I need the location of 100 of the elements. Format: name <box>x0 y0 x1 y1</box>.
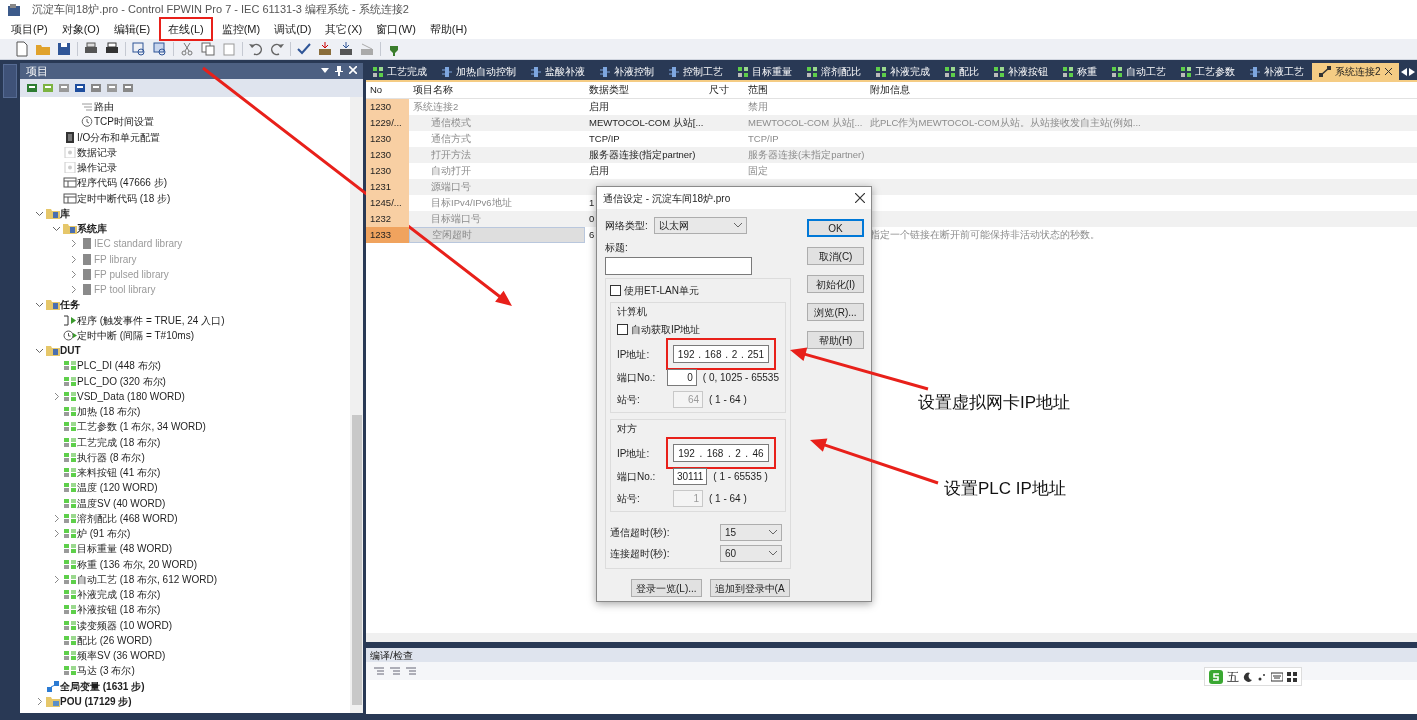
menu-item[interactable]: 在线(L) <box>161 22 211 35</box>
tree-item[interactable]: 任务 <box>60 297 80 313</box>
copy-icon[interactable] <box>200 41 216 57</box>
tree-node-icon[interactable] <box>26 82 38 94</box>
port-field[interactable]: 30111 <box>673 468 708 485</box>
ok-button[interactable]: OK <box>807 219 864 237</box>
tree-item[interactable]: 系统库 <box>77 221 107 237</box>
tab[interactable]: 配比 <box>938 63 986 80</box>
column-header[interactable]: 数据类型 <box>585 82 705 98</box>
menu-item[interactable]: 帮助(H) <box>422 20 475 38</box>
menu-item[interactable]: 其它(X) <box>318 20 370 38</box>
cut-icon[interactable] <box>179 41 195 57</box>
redo-icon[interactable] <box>269 41 285 57</box>
tree-item[interactable]: 炉 (91 布尔) <box>77 526 131 542</box>
tab[interactable]: 盐酸补液 <box>524 63 592 80</box>
dialog-button[interactable]: 浏览(R)... <box>807 303 864 321</box>
ip-address-field[interactable]: 192 . 168 . 2 . 251 <box>673 345 769 363</box>
tree-item[interactable]: 操作记录 <box>77 160 117 176</box>
menu-item[interactable]: 对象(O) <box>54 20 107 38</box>
tree-item[interactable]: 程序 (触发事件 = TRUE, 24 入口) <box>77 312 225 328</box>
tree-item[interactable]: 自动工艺 (18 布尔, 612 WORD) <box>77 571 218 587</box>
tree-item[interactable]: 温度SV (40 WORD) <box>77 495 166 511</box>
tree-node-icon[interactable] <box>58 82 70 94</box>
tree-item[interactable]: 工艺参数 (1 布尔, 34 WORD) <box>77 419 206 435</box>
tree-item[interactable]: PLC_DI (448 布尔) <box>77 358 161 374</box>
panel-tool-icon[interactable] <box>122 82 134 94</box>
tree-item[interactable]: 补液按钮 (18 布尔) <box>77 602 161 618</box>
menu-item[interactable]: 监控(M) <box>214 20 268 38</box>
pin-icon[interactable] <box>335 66 343 76</box>
tab[interactable]: 工艺参数 <box>1174 63 1242 80</box>
menu-item[interactable]: 项目(P) <box>4 20 55 38</box>
tree-item[interactable]: 目标重量 (48 WORD) <box>77 541 172 557</box>
close-icon[interactable] <box>855 193 865 203</box>
network-type-select[interactable]: 以太网 <box>653 217 747 234</box>
timeout-select[interactable]: 15 <box>720 524 782 541</box>
tree-item[interactable]: TCP时间设置 <box>94 114 154 130</box>
tree-item[interactable]: DUT <box>60 343 81 359</box>
tree-item[interactable]: 定时中断 (间隔 = T#10ms) <box>77 327 194 343</box>
menu-item[interactable]: 窗口(W) <box>369 20 423 38</box>
checkbox[interactable] <box>610 285 621 296</box>
tree-item[interactable]: 配比 (26 WORD) <box>77 632 152 648</box>
tree-item[interactable]: 读变频器 (10 WORD) <box>77 617 172 633</box>
tree-item[interactable]: 工艺完成 (18 布尔) <box>77 434 161 450</box>
menu-item[interactable]: 编辑(E) <box>106 20 158 38</box>
dialog-button[interactable]: 取消(C) <box>807 247 864 265</box>
tab[interactable]: 目标重量 <box>731 63 799 80</box>
tree-item[interactable]: 补液完成 (18 布尔) <box>77 587 161 603</box>
dialog-button[interactable]: 追加到登录中(A <box>709 579 790 597</box>
panel-tool-icon[interactable] <box>90 82 102 94</box>
tree-item[interactable]: 马达 (3 布尔) <box>77 663 135 679</box>
panel-tool-icon[interactable] <box>74 82 86 94</box>
save-icon[interactable] <box>56 41 72 57</box>
new-file-icon[interactable] <box>14 41 30 57</box>
dropdown-icon[interactable] <box>321 66 329 74</box>
tree-item[interactable]: 温度 (120 WORD) <box>77 480 158 496</box>
undo-icon[interactable] <box>248 41 264 57</box>
scroll-right-icon[interactable] <box>1409 67 1415 76</box>
tree-item[interactable]: 加热 (18 布尔) <box>77 404 141 420</box>
tab[interactable]: 补液完成 <box>869 63 937 80</box>
tab[interactable]: 称重 <box>1056 63 1104 80</box>
tree-item[interactable]: 频率SV (36 WORD) <box>77 648 166 664</box>
dialog-button[interactable]: 登录一览(L)... <box>631 579 702 597</box>
menu-item[interactable]: 调试(D) <box>267 20 319 38</box>
caption-field[interactable] <box>605 257 752 275</box>
tab[interactable]: 自动工艺 <box>1105 63 1173 80</box>
column-header[interactable]: No <box>366 82 409 98</box>
port-field[interactable]: 0 <box>666 369 697 386</box>
tree-item[interactable]: 定时中断代码 (18 步) <box>77 190 171 206</box>
tab[interactable]: 控制工艺 <box>662 63 730 80</box>
scroll-left-icon[interactable] <box>1401 67 1407 76</box>
scrollbar[interactable] <box>350 97 363 713</box>
tree-item[interactable]: I/O分布和单元配置 <box>77 129 161 145</box>
tab[interactable]: 补液工艺 <box>1243 63 1311 80</box>
tree-item[interactable]: 数据记录 <box>77 144 117 160</box>
dialog-button[interactable]: 初始化(I) <box>807 275 864 293</box>
tab[interactable]: 补液按钮 <box>987 63 1055 80</box>
tab[interactable]: 工艺完成 <box>366 63 434 80</box>
timeout-select[interactable]: 60 <box>720 545 782 562</box>
checkbox[interactable] <box>617 324 628 335</box>
tab[interactable]: 系统连接2 <box>1312 63 1399 80</box>
tree-item[interactable]: 程序代码 (47666 步) <box>77 175 168 191</box>
tree-item[interactable]: 来料按钮 (41 布尔) <box>77 465 161 481</box>
tree-item[interactable]: 溶剂配比 (468 WORD) <box>77 510 178 526</box>
dialog-button[interactable]: 帮助(H) <box>807 331 864 349</box>
tree-item[interactable]: 路由 <box>94 99 114 115</box>
column-header[interactable]: 尺寸 <box>705 82 744 98</box>
tab[interactable]: 溶剂配比 <box>800 63 868 80</box>
tree-item[interactable]: PLC_DO (320 布尔) <box>77 373 166 389</box>
tree-node-icon[interactable] <box>42 82 54 94</box>
column-header[interactable]: 项目名称 <box>409 82 585 98</box>
tree-item[interactable]: 执行器 (8 布尔) <box>77 449 145 465</box>
tree-item[interactable]: 称重 (136 布尔, 20 WORD) <box>77 556 198 572</box>
column-header[interactable]: 范围 <box>744 82 866 98</box>
column-header[interactable]: 附加信息 <box>866 82 1133 98</box>
tree-item[interactable]: POU (17129 步) <box>60 693 132 709</box>
tree-item[interactable]: 全局变量 (1631 步) <box>60 678 145 694</box>
tree-item[interactable]: 库 <box>60 205 70 221</box>
tab[interactable]: 加热自动控制 <box>435 63 523 80</box>
ip-address-field[interactable]: 192 . 168 . 2 . 46 <box>673 444 769 462</box>
horizontal-scrollbar[interactable] <box>366 633 1417 642</box>
